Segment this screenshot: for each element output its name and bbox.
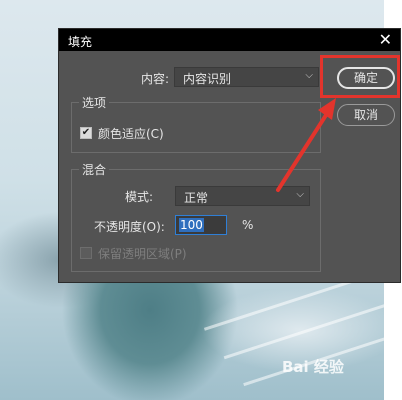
watermark-logo: Bai 经验: [282, 358, 344, 376]
annotation-arrow: [276, 98, 336, 192]
arrow-shaft: [276, 110, 330, 192]
